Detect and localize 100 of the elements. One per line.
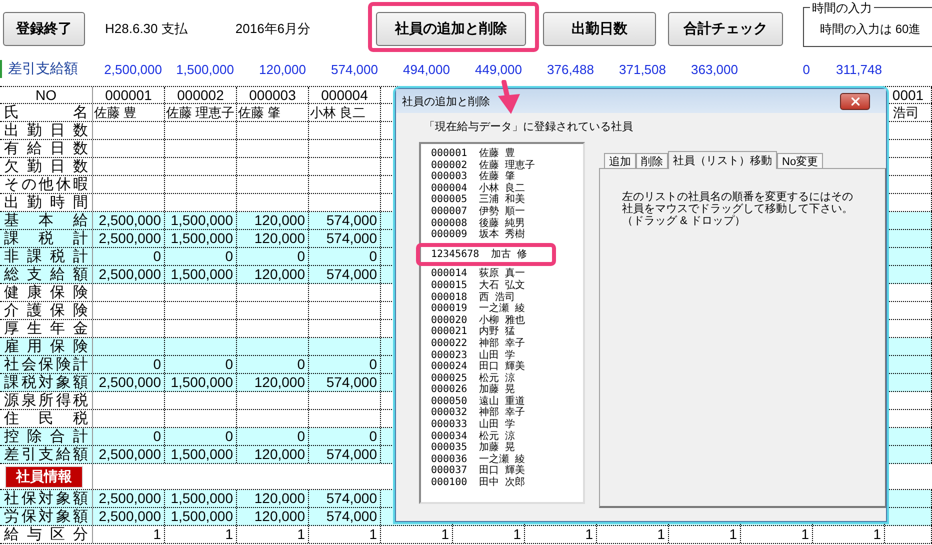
employee-list-item[interactable]: 000032 神部 幸子 [431, 407, 583, 420]
employee-list-item[interactable]: 000025 松元 涼 [431, 372, 583, 384]
table-cell: 1 [813, 526, 885, 543]
row-label: 労保対象額 [4, 508, 88, 525]
table-cell: 2,500,000 [93, 212, 165, 229]
table-cell: 0 [309, 428, 381, 445]
table-cell: 2,500,000 [93, 230, 165, 247]
table-cell: 574,000 [309, 508, 381, 525]
list-caption: 「現在給与データ」に登録されている社員 [424, 120, 633, 134]
column-header: NO [34, 87, 58, 103]
employee-list-item[interactable]: 000034 松元 涼 [431, 430, 583, 442]
table-cell: 1 [237, 526, 309, 543]
toolbar-button[interactable]: 合計チェック [668, 12, 783, 46]
row-label: 基本給 [4, 212, 88, 229]
employee-list-item[interactable]: 000014 荻原 真一 [431, 268, 583, 280]
employee-list-item[interactable]: 000100 田中 次郎 [431, 477, 583, 489]
instruction-text: 社員をマウスでドラッグして移動して下さい。 [622, 203, 854, 215]
employee-list-item[interactable]: 000018 西 浩司 [431, 292, 583, 304]
table-cell: 574,000 [309, 446, 381, 463]
finish-button[interactable]: 登録終了 [3, 12, 85, 46]
table-cell: 1,500,000 [165, 446, 237, 463]
employee-list-item[interactable]: 000033 山田 学 [431, 419, 583, 431]
row-label: 控除合計 [4, 428, 88, 445]
toolbar-button[interactable]: 社員の追加と削除 [376, 12, 526, 46]
employee-list-item[interactable]: 000015 大石 弘文 [431, 280, 583, 292]
toolbar-button[interactable]: 出勤日数 [543, 12, 656, 46]
employee-name: 佐藤 豊 [93, 104, 165, 121]
employee-list-item[interactable]: 000024 田口 輝美 [431, 361, 583, 373]
group-text: 時間の入力は 60進 [820, 22, 921, 36]
employee-list-item[interactable]: 000003 佐藤 肇 [431, 171, 583, 183]
tab[interactable]: 社員（リスト）移動 [668, 151, 777, 169]
summary-value: 376,488 [546, 62, 595, 76]
employee-list-item[interactable]: 000036 一之瀬 綾 [431, 454, 583, 466]
employee-list-item[interactable]: 000023 山田 学 [431, 350, 583, 362]
table-cell: 2,500,000 [93, 508, 165, 525]
employee-list-item[interactable]: 000026 加藤 晃 [431, 384, 583, 396]
payment-date: H28.6.30 支払 [105, 20, 188, 38]
employee-list-item[interactable]: 000050 遠山 重道 [431, 396, 583, 408]
row-label: 差引支給額 [4, 446, 88, 463]
row-label: 非課税計 [4, 248, 88, 265]
summary-value: 363,000 [690, 62, 739, 76]
row-label: 住民税 [4, 410, 88, 427]
summary-value: 371,508 [618, 62, 667, 76]
summary-value: 1,500,000 [175, 62, 235, 76]
table-cell: 120,000 [237, 490, 309, 507]
row-label: 源泉所得税 [4, 392, 88, 409]
section-badge: 社員情報 [5, 466, 83, 488]
employee-list-item[interactable]: 000004 小林 良二 [431, 182, 583, 194]
close-icon [848, 94, 862, 108]
employee-list-item[interactable]: 000021 内野 猛 [431, 326, 583, 338]
tab[interactable]: 追加 [604, 153, 636, 168]
row-label: 有給日数 [4, 140, 88, 157]
table-cell: 0 [93, 356, 165, 373]
table-cell: 1 [525, 526, 597, 543]
table-cell: 0 [237, 248, 309, 265]
employee-list-item[interactable]: 000005 三浦 和美 [431, 194, 583, 206]
employee-list-item[interactable]: 000009 坂本 秀樹 [431, 229, 583, 241]
table-cell: 0 [309, 356, 381, 373]
row-label: 社会保険計 [4, 356, 88, 373]
dialog-title: 社員の追加と削除 [402, 94, 490, 108]
table-cell: 1,500,000 [165, 266, 237, 283]
employee-list-item[interactable]: 000002 佐藤 理恵子 [431, 160, 583, 172]
summary-label: 差引支給額 [0, 60, 93, 78]
column-header: 000002 [165, 87, 237, 103]
table-cell: 0 [165, 248, 237, 265]
employee-list-item[interactable]: 000022 神部 幸子 [431, 338, 583, 350]
summary-value: 494,000 [402, 62, 451, 76]
employee-name: 佐藤 肇 [237, 104, 309, 121]
row-label: 出勤時間 [4, 194, 88, 211]
employee-list-item[interactable]: 12345678 加古 修 [431, 248, 528, 260]
table-cell: 0 [237, 428, 309, 445]
row-label: その他休暇 [4, 176, 88, 193]
table-cell: 574,000 [309, 490, 381, 507]
employee-list-item[interactable]: 000020 小柳 雅也 [431, 314, 583, 326]
employee-list-item[interactable]: 000007 伊勢 順一 [431, 206, 583, 218]
table-cell: 0 [165, 356, 237, 373]
row-label: 給与区分 [4, 526, 88, 543]
tab[interactable]: No変更 [777, 153, 824, 168]
table-cell: 1,500,000 [165, 490, 237, 507]
employee-list-item[interactable]: 000008 後藤 純男 [431, 218, 583, 230]
row-label: 雇用保険 [4, 338, 88, 355]
employee-list-item[interactable]: 000001 佐藤 豊 [431, 148, 583, 160]
summary-value: 120,000 [258, 62, 307, 76]
table-cell: 574,000 [309, 230, 381, 247]
instruction-text: 左のリストの社員名の順番を変更するにはその [622, 191, 854, 203]
employee-list-item[interactable]: 000037 田口 輝美 [431, 465, 583, 478]
table-cell: 120,000 [237, 508, 309, 525]
table-cell: 1,500,000 [165, 374, 237, 391]
employee-list-item[interactable]: 000035 加藤 晃 [431, 442, 583, 454]
summary-value: 311,748 [834, 62, 883, 76]
arrow [498, 80, 520, 114]
employee-list-item[interactable]: 000019 一之瀬 綾 [431, 303, 583, 315]
row-label: 介護保険 [4, 302, 88, 319]
row-label: 氏名 [4, 104, 88, 121]
table-cell: 2,500,000 [93, 266, 165, 283]
row-label: 課税計 [4, 230, 88, 247]
close-button[interactable] [840, 92, 870, 110]
tab[interactable]: 削除 [636, 153, 668, 168]
column-header: 000003 [237, 87, 309, 103]
table-cell: 574,000 [309, 266, 381, 283]
